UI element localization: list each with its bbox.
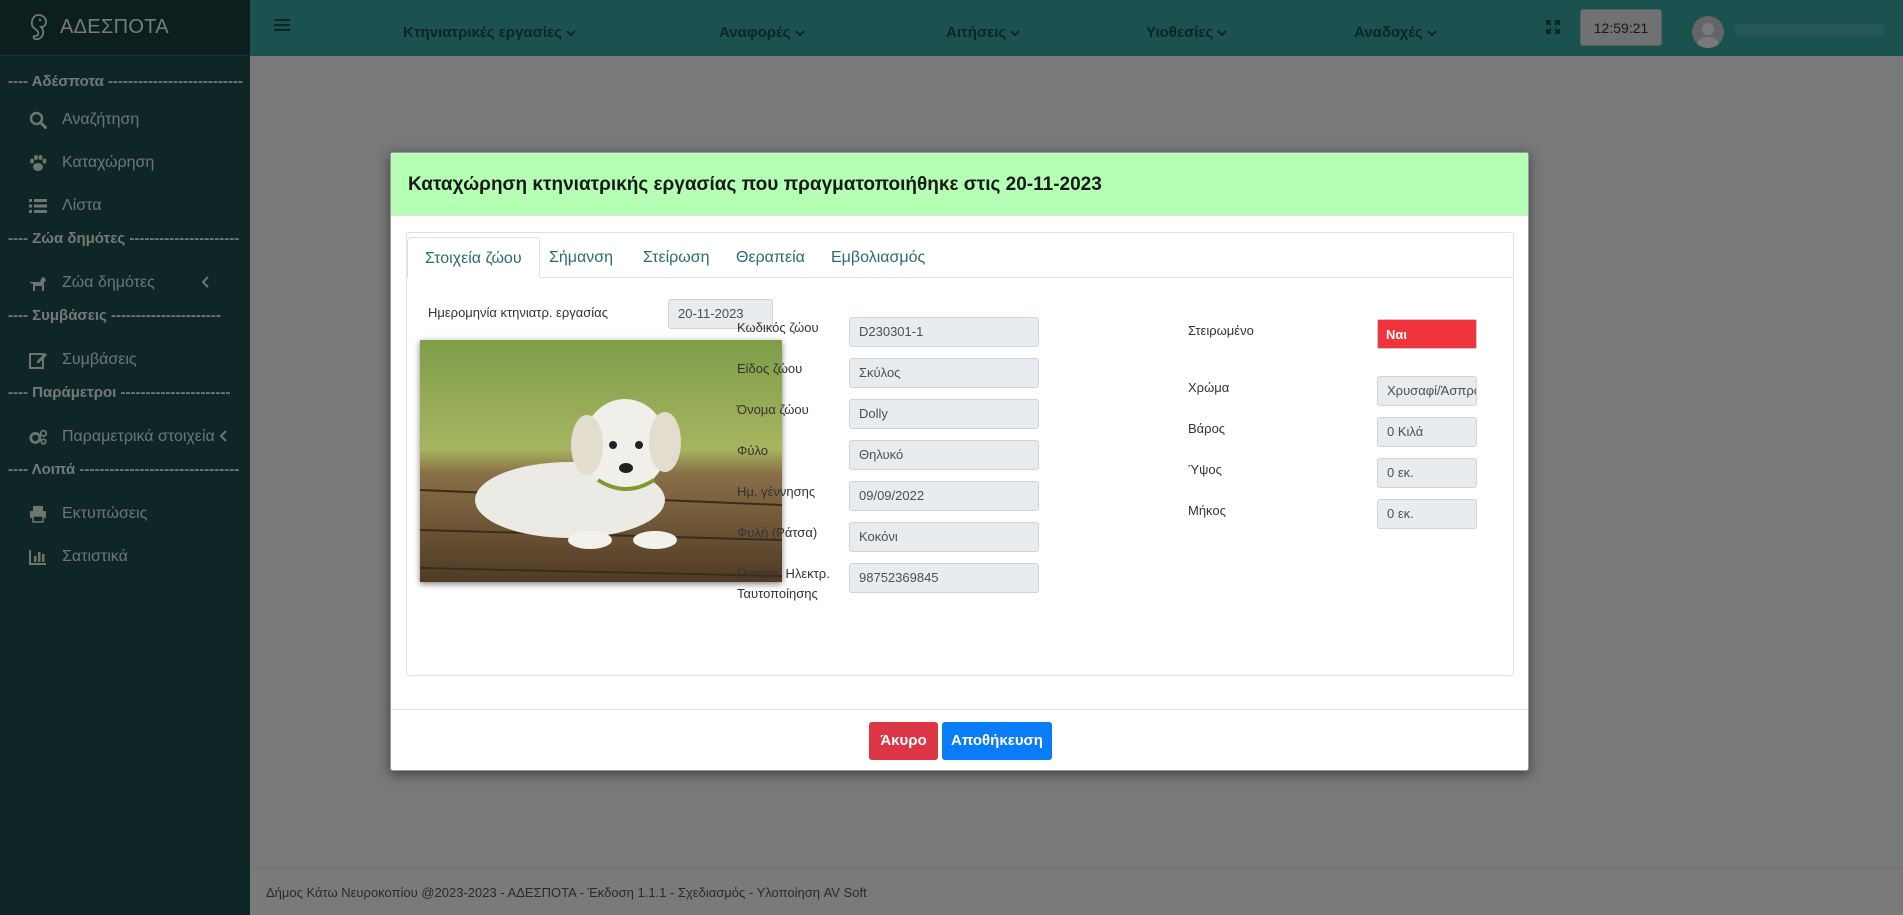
microchip-cert-label: Πιστοπ. Ηλεκτρ. Ταυτοποίησης — [737, 566, 830, 601]
microchip-cert-field[interactable]: 98752369845 — [849, 563, 1039, 593]
save-button[interactable]: Αποθήκευση — [942, 722, 1052, 760]
breed-label: Φυλή (Ράτσα) — [737, 525, 818, 540]
sex-label: Φύλο — [737, 443, 769, 458]
tab-marking[interactable]: Σήμανση — [532, 237, 630, 278]
weight-field[interactable]: 0 Κιλά — [1377, 417, 1477, 447]
animal-name-field[interactable]: Dolly — [849, 399, 1039, 429]
length-field[interactable]: 0 εκ. — [1377, 499, 1477, 529]
breed-field[interactable]: Κοκόνι — [849, 522, 1039, 552]
color-label: Χρώμα — [1188, 380, 1230, 395]
animal-code-label: Κωδικός ζώου — [737, 320, 819, 335]
animal-name-label: Όνομα ζώου — [737, 402, 809, 417]
animal-photo — [420, 340, 782, 582]
birthdate-label: Ημ. γέννησης — [737, 484, 816, 499]
tab-bar: Στοιχεία ζώου Σήμανση Στείρωση Θεραπεία … — [407, 233, 1513, 278]
height-field[interactable]: 0 εκ. — [1377, 458, 1477, 488]
cancel-button[interactable]: Άκυρο — [869, 722, 938, 760]
tab-vaccination[interactable]: Εμβολιασμός — [814, 237, 942, 278]
vet-task-modal: Καταχώρηση κτηνιατρικής εργασίας που πρα… — [390, 152, 1529, 771]
color-field[interactable]: Χρυσαφί/Άσπρο — [1377, 376, 1477, 406]
height-label: Ύψος — [1188, 462, 1222, 477]
modal-title: Καταχώρηση κτηνιατρικής εργασίας που πρα… — [391, 153, 1528, 216]
tab-animal-details[interactable]: Στοιχεία ζώου — [407, 237, 540, 278]
sex-field[interactable]: Θηλυκό — [849, 440, 1039, 470]
length-label: Μήκος — [1188, 503, 1226, 518]
tab-sterilization[interactable]: Στείρωση — [626, 237, 727, 278]
modal-footer: Άκυρο Αποθήκευση — [391, 709, 1528, 772]
animal-code-field[interactable]: D230301-1 — [849, 317, 1039, 347]
weight-label: Βάρος — [1188, 421, 1226, 436]
date-label: Ημερομηνία κτηνιατρ. εργασίας — [428, 305, 608, 320]
animal-details-card: Στοιχεία ζώου Σήμανση Στείρωση Θεραπεία … — [406, 232, 1514, 676]
species-field[interactable]: Σκύλος — [849, 358, 1039, 388]
tab-treatment[interactable]: Θεραπεία — [719, 237, 822, 278]
birthdate-field[interactable]: 09/09/2022 — [849, 481, 1039, 511]
sterilized-label: Στειρωμένο — [1188, 323, 1254, 338]
sterilized-yes-badge[interactable]: Ναι — [1377, 319, 1477, 349]
species-label: Είδος ζώου — [737, 361, 803, 376]
